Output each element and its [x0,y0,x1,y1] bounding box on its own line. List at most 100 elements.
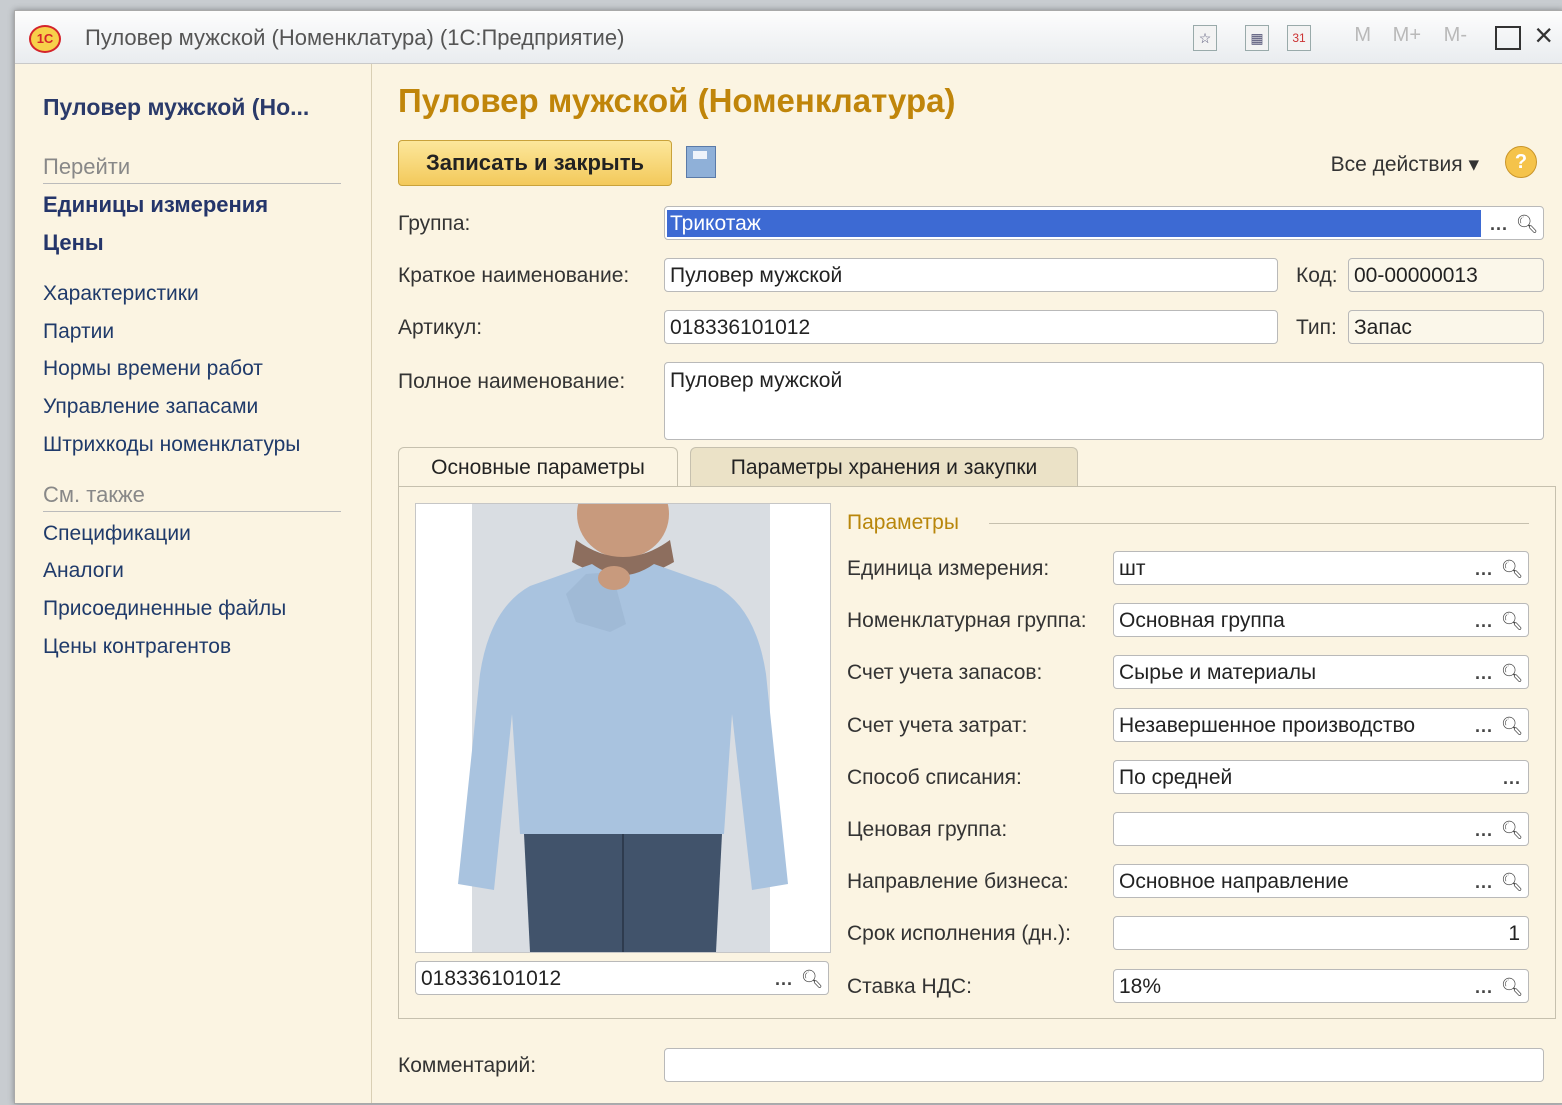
sidebar-item-characteristics[interactable]: Характеристики [43,282,199,306]
page-title: Пуловер мужской (Номенклатура) [398,82,956,119]
select-dots-icon[interactable]: ... [1470,813,1498,845]
tab-panel: 018336101012 ... 🔍︎ Параметры Единица из… [398,486,1556,1019]
search-icon[interactable]: 🔍︎ [1498,865,1526,897]
type-label: Тип: [1296,316,1337,339]
search-icon[interactable]: 🔍︎ [1498,709,1526,741]
product-photo [415,503,831,953]
short-name-label: Краткое наименование: [398,264,630,287]
stock-account-field[interactable]: Сырье и материалы... 🔍︎ [1113,655,1529,690]
stock-account-value: Сырье и материалы [1119,661,1317,685]
business-direction-label: Направление бизнеса: [847,870,1069,894]
article-field[interactable]: 018336101012 [664,310,1278,344]
select-dots-icon[interactable]: ... [1470,656,1498,688]
nomenclature-group-label: Номенклатурная группа: [847,609,1087,633]
search-icon[interactable]: 🔍︎ [1513,207,1541,239]
select-dots-icon[interactable]: ... [1470,865,1498,897]
all-actions-menu[interactable]: Все действия ▾ [1331,152,1479,177]
maximize-icon[interactable] [1495,26,1521,50]
sidebar: Пуловер мужской (Но... Перейти Единицы и… [15,64,372,1103]
tab-main-params[interactable]: Основные параметры [398,447,678,488]
image-code-field[interactable]: 018336101012 ... 🔍︎ [415,961,829,995]
article-label: Артикул: [398,316,483,339]
unit-field[interactable]: шт... 🔍︎ [1113,551,1529,585]
select-dots-icon[interactable]: ... [1470,552,1498,584]
code-label: Код: [1296,264,1338,287]
vat-rate-value: 18% [1119,974,1162,998]
select-dots-icon[interactable]: ... [1470,709,1498,741]
unit-label: Единица измерения: [847,557,1050,580]
memory-m-button[interactable]: M [1354,24,1371,47]
sidebar-title[interactable]: Пуловер мужской (Но... [43,94,309,121]
comment-label: Комментарий: [398,1054,537,1077]
short-name-field[interactable]: Пуловер мужской [664,258,1278,292]
price-group-field[interactable]: ... 🔍︎ [1113,812,1529,846]
code-field[interactable]: 00-00000013 [1348,258,1544,292]
lead-time-label: Срок исполнения (дн.): [847,922,1071,946]
sidebar-item-attached-files[interactable]: Присоединенные файлы [43,597,286,621]
full-name-field[interactable]: Пуловер мужской [664,362,1544,440]
search-icon[interactable]: 🔍︎ [1498,813,1526,845]
memory-minus-button[interactable]: M- [1444,24,1467,47]
type-field[interactable]: Запас [1348,310,1544,344]
memory-plus-button[interactable]: M+ [1393,24,1421,47]
tabs-area: Основные параметры Параметры хранения и … [398,447,1556,1037]
params-legend: Параметры [847,511,959,534]
vat-rate-field[interactable]: 18%... 🔍︎ [1113,968,1529,1003]
cost-account-label: Счет учета затрат: [847,713,1028,737]
sidebar-section-goto: Перейти [43,154,341,184]
sidebar-item-work-norms[interactable]: Нормы времени работ [43,357,263,381]
full-name-label: Полное наименование: [398,370,626,393]
vat-rate-label: Ставка НДС: [847,974,972,998]
sidebar-item-specifications[interactable]: Спецификации [43,522,191,546]
search-icon[interactable]: 🔍︎ [1498,604,1526,636]
sidebar-item-prices[interactable]: Цены [43,230,104,256]
business-direction-value: Основное направление [1119,870,1349,894]
cost-account-value: Незавершенное производство [1119,713,1416,737]
search-icon[interactable]: 🔍︎ [798,962,826,994]
price-group-label: Ценовая группа: [847,818,1008,841]
tab-storage-params[interactable]: Параметры хранения и закупки [690,447,1078,488]
select-dots-icon[interactable]: ... [1498,761,1526,793]
search-icon[interactable]: 🔍︎ [1498,656,1526,688]
comment-field[interactable] [664,1048,1544,1082]
sidebar-item-batches[interactable]: Партии [43,320,114,344]
window-title: Пуловер мужской (Номенклатура) (1С:Предп… [85,25,625,50]
search-icon[interactable]: 🔍︎ [1498,970,1526,1002]
lead-time-value: 1 [1508,922,1520,946]
calendar-icon[interactable]: 31 [1287,25,1311,51]
lead-time-field[interactable]: 1 [1113,916,1529,951]
group-label: Группа: [398,212,471,235]
calculator-icon[interactable]: ▦ [1245,25,1269,51]
unit-value: шт [1119,557,1146,580]
sidebar-section-see-also: См. также [43,482,341,512]
select-dots-icon[interactable]: ... [1470,970,1498,1002]
select-dots-icon[interactable]: ... [1470,604,1498,636]
search-icon[interactable]: 🔍︎ [1498,552,1526,584]
close-icon[interactable]: × [1534,17,1553,54]
sidebar-item-stock-management[interactable]: Управление запасами [43,395,258,419]
sidebar-item-barcodes[interactable]: Штрихкоды номенклатуры [43,433,300,457]
sidebar-item-counterparty-prices[interactable]: Цены контрагентов [43,635,231,659]
cost-account-field[interactable]: Незавершенное производство... 🔍︎ [1113,707,1529,742]
select-dots-icon[interactable]: ... [1485,207,1513,239]
nomenclature-group-value: Основная группа [1119,609,1285,633]
product-image [458,504,788,952]
stock-account-label: Счет учета запасов: [847,661,1043,685]
favorites-icon[interactable]: ☆ [1193,25,1217,51]
params-divider [989,523,1529,524]
app-window: 1С Пуловер мужской (Номенклатура) (1С:Пр… [14,10,1562,1104]
sidebar-item-analogs[interactable]: Аналоги [43,559,124,583]
titlebar: 1С Пуловер мужской (Номенклатура) (1С:Пр… [15,11,1562,64]
help-icon[interactable]: ? [1505,146,1537,178]
group-field[interactable]: Трикотаж ... 🔍︎ [664,206,1544,240]
writeoff-method-field[interactable]: По средней... [1113,759,1529,794]
main-panel: Пуловер мужской (Номенклатура) Записать … [372,64,1562,1103]
save-icon[interactable] [686,146,716,178]
sidebar-item-units[interactable]: Единицы измерения [43,192,268,218]
writeoff-method-value: По средней [1119,765,1233,789]
business-direction-field[interactable]: Основное направление... 🔍︎ [1113,864,1529,899]
save-and-close-button[interactable]: Записать и закрыть [398,140,672,186]
select-dots-icon[interactable]: ... [770,962,798,994]
writeoff-method-label: Способ списания: [847,765,1022,789]
nomenclature-group-field[interactable]: Основная группа... 🔍︎ [1113,603,1529,638]
